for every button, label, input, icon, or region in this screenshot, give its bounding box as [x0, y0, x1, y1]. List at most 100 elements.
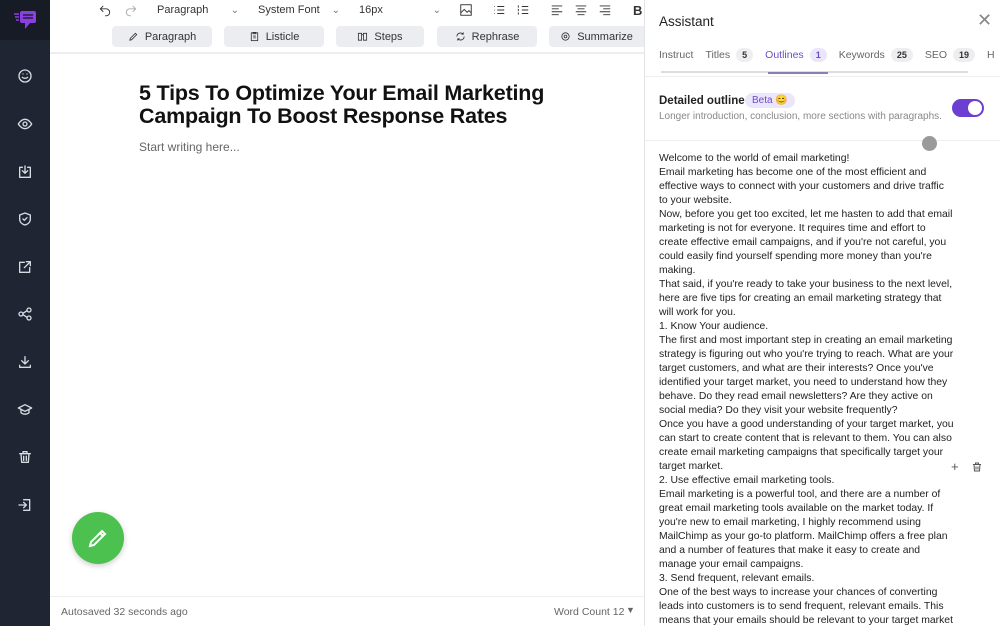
gear-icon — [561, 32, 570, 41]
trash-icon[interactable] — [971, 461, 983, 473]
outline-line: 3. Send frequent, relevant emails. — [659, 573, 815, 584]
outline-line: manage your email campaigns. — [659, 559, 804, 570]
book-icon — [358, 32, 368, 41]
tab-label: Keywords — [838, 49, 885, 61]
outline-line: can start to create content that is rele… — [659, 433, 952, 444]
share-icon[interactable] — [13, 302, 37, 326]
logout-icon[interactable] — [13, 493, 37, 517]
sidebar — [0, 0, 50, 626]
assistant-panel: Assistant ✕ Instruct Titles 5 Outlines 1 K… — [644, 0, 1000, 626]
outline-line: and a number of features that make it ea… — [659, 545, 921, 556]
toolbar-divider — [50, 52, 644, 54]
tab-keywords[interactable]: Keywords 25 — [839, 48, 913, 62]
outline-line: social media? Do they visit your website… — [659, 405, 898, 416]
outline-line: Email marketing has become one of the mo… — [659, 167, 927, 178]
trash-icon[interactable] — [13, 445, 37, 469]
divider — [645, 76, 1000, 77]
shield-check-icon[interactable] — [13, 207, 37, 231]
outline-line: you're new to email marketing, I highly … — [659, 517, 921, 528]
font-select[interactable]: System Font ⌄ — [258, 0, 340, 20]
outline-line: making. — [659, 265, 696, 276]
outline-line: Now, before you get too excited, let me … — [659, 209, 953, 220]
block-type-select[interactable]: Paragraph ⌄ — [157, 0, 239, 20]
font-size-value: 16px — [359, 4, 383, 16]
tab-count: 1 — [809, 48, 827, 62]
eye-icon[interactable] — [13, 112, 37, 136]
detailed-outline-description: Longer introduction, conclusion, more se… — [659, 111, 942, 122]
tab-count: 5 — [736, 48, 754, 62]
detailed-outline-toggle[interactable] — [952, 99, 984, 117]
beta-badge: Beta 😊 — [745, 93, 795, 108]
numbered-list-icon[interactable] — [516, 0, 530, 20]
font-size-select[interactable]: 16px ⌄ — [359, 0, 441, 20]
refresh-icon — [456, 32, 465, 41]
status-bar: Autosaved 32 seconds ago Word Count 12 ▼ — [50, 596, 644, 626]
plus-icon[interactable]: + — [951, 459, 959, 474]
align-center-icon[interactable] — [574, 0, 588, 20]
graduation-cap-icon[interactable] — [13, 398, 37, 422]
outline-line: MailChimp as your go-to platform. MailCh… — [659, 531, 948, 542]
align-right-icon[interactable] — [598, 0, 612, 20]
align-left-icon[interactable] — [550, 0, 564, 20]
bullet-list-icon[interactable] — [492, 0, 506, 20]
clipboard-icon — [250, 31, 258, 42]
tab-outlines[interactable]: Outlines 1 — [765, 48, 827, 62]
tab-count: 25 — [890, 48, 913, 62]
image-icon[interactable] — [459, 0, 473, 20]
action-summarize-button[interactable]: Summarize — [549, 26, 644, 47]
tab-seo[interactable]: SEO 19 — [925, 48, 976, 62]
word-count[interactable]: Word Count 12 — [554, 606, 624, 618]
outline-line: marketing is not for everyone. It requir… — [659, 223, 926, 234]
assistant-tabs: Instruct Titles 5 Outlines 1 Keywords 25 SE… — [659, 48, 995, 62]
smile-icon[interactable] — [13, 64, 37, 88]
outline-text[interactable]: Welcome to the world of email marketing!… — [659, 152, 954, 628]
logo-icon — [14, 11, 36, 29]
block-type-value: Paragraph — [157, 4, 209, 16]
tab-h[interactable]: H — [987, 48, 995, 62]
outline-line: to your website. — [659, 195, 732, 206]
action-rephrase-button[interactable]: Rephrase — [437, 26, 537, 47]
tab-titles[interactable]: Titles 5 — [705, 48, 754, 62]
pencil-icon — [88, 529, 107, 548]
action-label: Summarize — [577, 30, 633, 43]
bold-button[interactable]: B — [633, 0, 642, 20]
active-tab-indicator — [768, 72, 828, 74]
undo-button[interactable] — [98, 0, 112, 20]
logo[interactable] — [0, 0, 50, 40]
font-value: System Font — [258, 4, 320, 16]
editor: Paragraph ⌄ System Font ⌄ 16px ⌄ B Paragrap… — [50, 0, 644, 626]
outline-line: Once you have a good understanding of yo… — [659, 419, 954, 430]
outline-line: will work for you. — [659, 307, 736, 318]
external-link-icon[interactable] — [13, 255, 37, 279]
tab-instruct[interactable]: Instruct — [659, 48, 693, 62]
outline-line: create email marketing campaigns that sp… — [659, 447, 944, 458]
write-fab-button[interactable] — [72, 512, 124, 564]
outline-actions: + — [951, 459, 983, 474]
caret-down-icon[interactable]: ▼ — [626, 605, 635, 615]
tab-label: Outlines — [765, 49, 804, 61]
pencil-icon — [129, 32, 138, 41]
tab-count: 19 — [953, 48, 976, 62]
chevron-down-icon: ⌄ — [432, 4, 441, 16]
action-label: Listicle — [265, 30, 300, 43]
import-icon[interactable] — [13, 160, 37, 184]
resize-handle[interactable] — [922, 136, 937, 151]
action-listicle-button[interactable]: Listicle — [224, 26, 324, 47]
divider — [645, 140, 1000, 141]
tab-label: Instruct — [659, 49, 694, 61]
action-steps-button[interactable]: Steps — [336, 26, 424, 47]
action-label: Rephrase — [471, 30, 520, 43]
document-title[interactable]: 5 Tips To Optimize Your Email Marketing … — [139, 82, 579, 128]
download-icon[interactable] — [13, 350, 37, 374]
editor-body-placeholder[interactable]: Start writing here... — [139, 140, 240, 154]
outline-line: identified your target market, you need … — [659, 377, 948, 388]
chevron-down-icon: ⌄ — [331, 4, 340, 16]
outline-line: The first and most important step in cre… — [659, 335, 953, 346]
action-paragraph-button[interactable]: Paragraph — [112, 26, 212, 47]
outline-line: Welcome to the world of email marketing! — [659, 153, 850, 164]
outline-line: target customers, and what are their int… — [659, 363, 934, 374]
redo-button[interactable] — [124, 0, 138, 20]
close-icon[interactable]: ✕ — [977, 10, 992, 31]
outline-line: One of the best ways to increase your ch… — [659, 587, 938, 598]
outline-line: create effective email campaigns, and if… — [659, 237, 947, 248]
